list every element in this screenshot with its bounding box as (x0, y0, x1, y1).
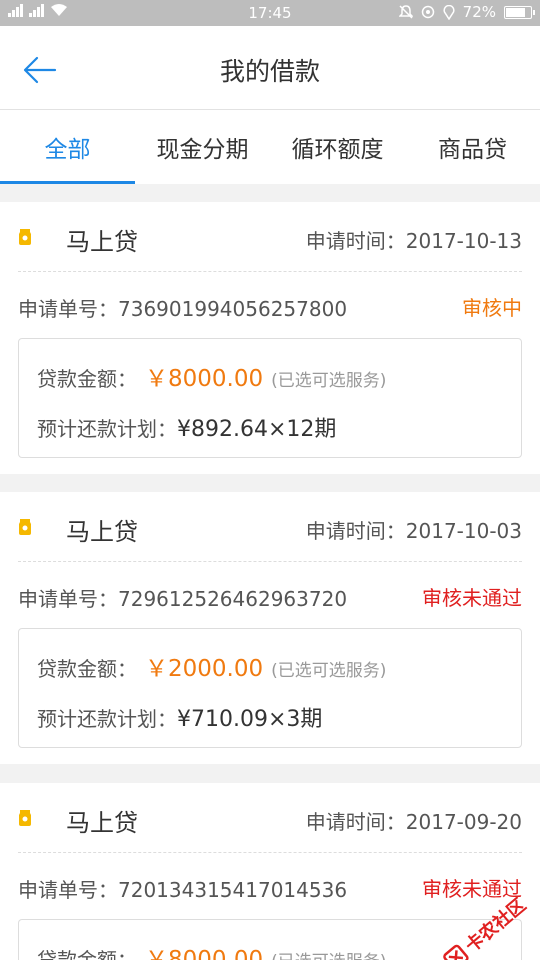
lender-badge-icon (19, 519, 31, 535)
page-title: 我的借款 (219, 57, 320, 86)
tab-product-loan[interactable]: 商品贷 (405, 110, 540, 184)
order-number: 申请单号：729612526462963720 (18, 587, 348, 611)
amount-line: 贷款金额：￥8000.00(已选可选服务) (37, 359, 386, 393)
loan-amount: ￥8000.00 (145, 366, 264, 392)
sync-icon (421, 5, 434, 19)
battery-icon (504, 5, 535, 19)
tab-bar: 全部 现金分期 循环额度 商品贷 (0, 110, 540, 184)
loan-card[interactable]: 马上贷 申请时间：2017-10-13 申请单号：736901994056257… (0, 202, 540, 474)
status-bar: 17:45 72% (0, 0, 540, 26)
lender-name: 马上贷 (66, 228, 138, 256)
amount-line: 贷款金额： ￥2000.00 (已选可选服务) (37, 649, 386, 683)
order-number: 申请单号：736901994056257800 (18, 297, 348, 321)
apply-date: 申请时间：2017-09-20 (305, 810, 522, 834)
service-note: (已选可选服务) (271, 371, 387, 391)
lender-name: 马上贷 (66, 518, 138, 546)
tab-cash-installment[interactable]: 现金分期 (135, 110, 270, 184)
lender-name: 马上贷 (66, 809, 138, 837)
service-note: (已选可选服务) (271, 661, 387, 681)
battery-percent: 72% (462, 3, 496, 21)
loan-amount: ￥2000.00 (145, 656, 264, 682)
app-header: 我的借款 (0, 26, 540, 110)
location-icon (443, 4, 455, 20)
service-note: (已选可选服务) (271, 947, 386, 960)
loan-detail-box: 贷款金额： ￥8000.00 (已选可选服务) 预计还款计划：¥892.64×12期 (18, 338, 522, 458)
lender-badge-icon (19, 229, 31, 245)
apply-date: 申请时间：2017-10-13 (305, 229, 522, 253)
mute-icon (398, 5, 413, 19)
amount-line: 贷款金额：￥8000.00(已选可选服务) (37, 940, 386, 960)
repayment-plan: 预计还款计划：¥892.64×12期 (37, 417, 337, 442)
tab-revolving-credit[interactable]: 循环额度 (270, 110, 405, 184)
apply-date: 申请时间：2017-10-03 (305, 519, 522, 543)
tab-all[interactable]: 全部 (0, 110, 135, 184)
lender-badge-icon (19, 810, 31, 826)
loan-card[interactable]: 马上贷 申请时间：2017-10-03 申请单号：729612526462963… (0, 492, 540, 764)
status-badge: 审核未通过 (422, 586, 522, 610)
loan-amount: ￥8000.00 (145, 947, 264, 960)
order-number: 申请单号：720134315417014536 (18, 878, 348, 902)
repayment-plan: 预计还款计划：¥710.09×3期 (37, 707, 323, 732)
loan-detail-box: 贷款金额： ￥2000.00 (已选可选服务) 预计还款计划：¥710.09×3期 (18, 628, 522, 748)
loan-card[interactable]: 马上贷 申请时间：2017-09-20 申请单号：720134315417014… (0, 783, 540, 960)
status-badge: 审核中 (462, 296, 522, 320)
